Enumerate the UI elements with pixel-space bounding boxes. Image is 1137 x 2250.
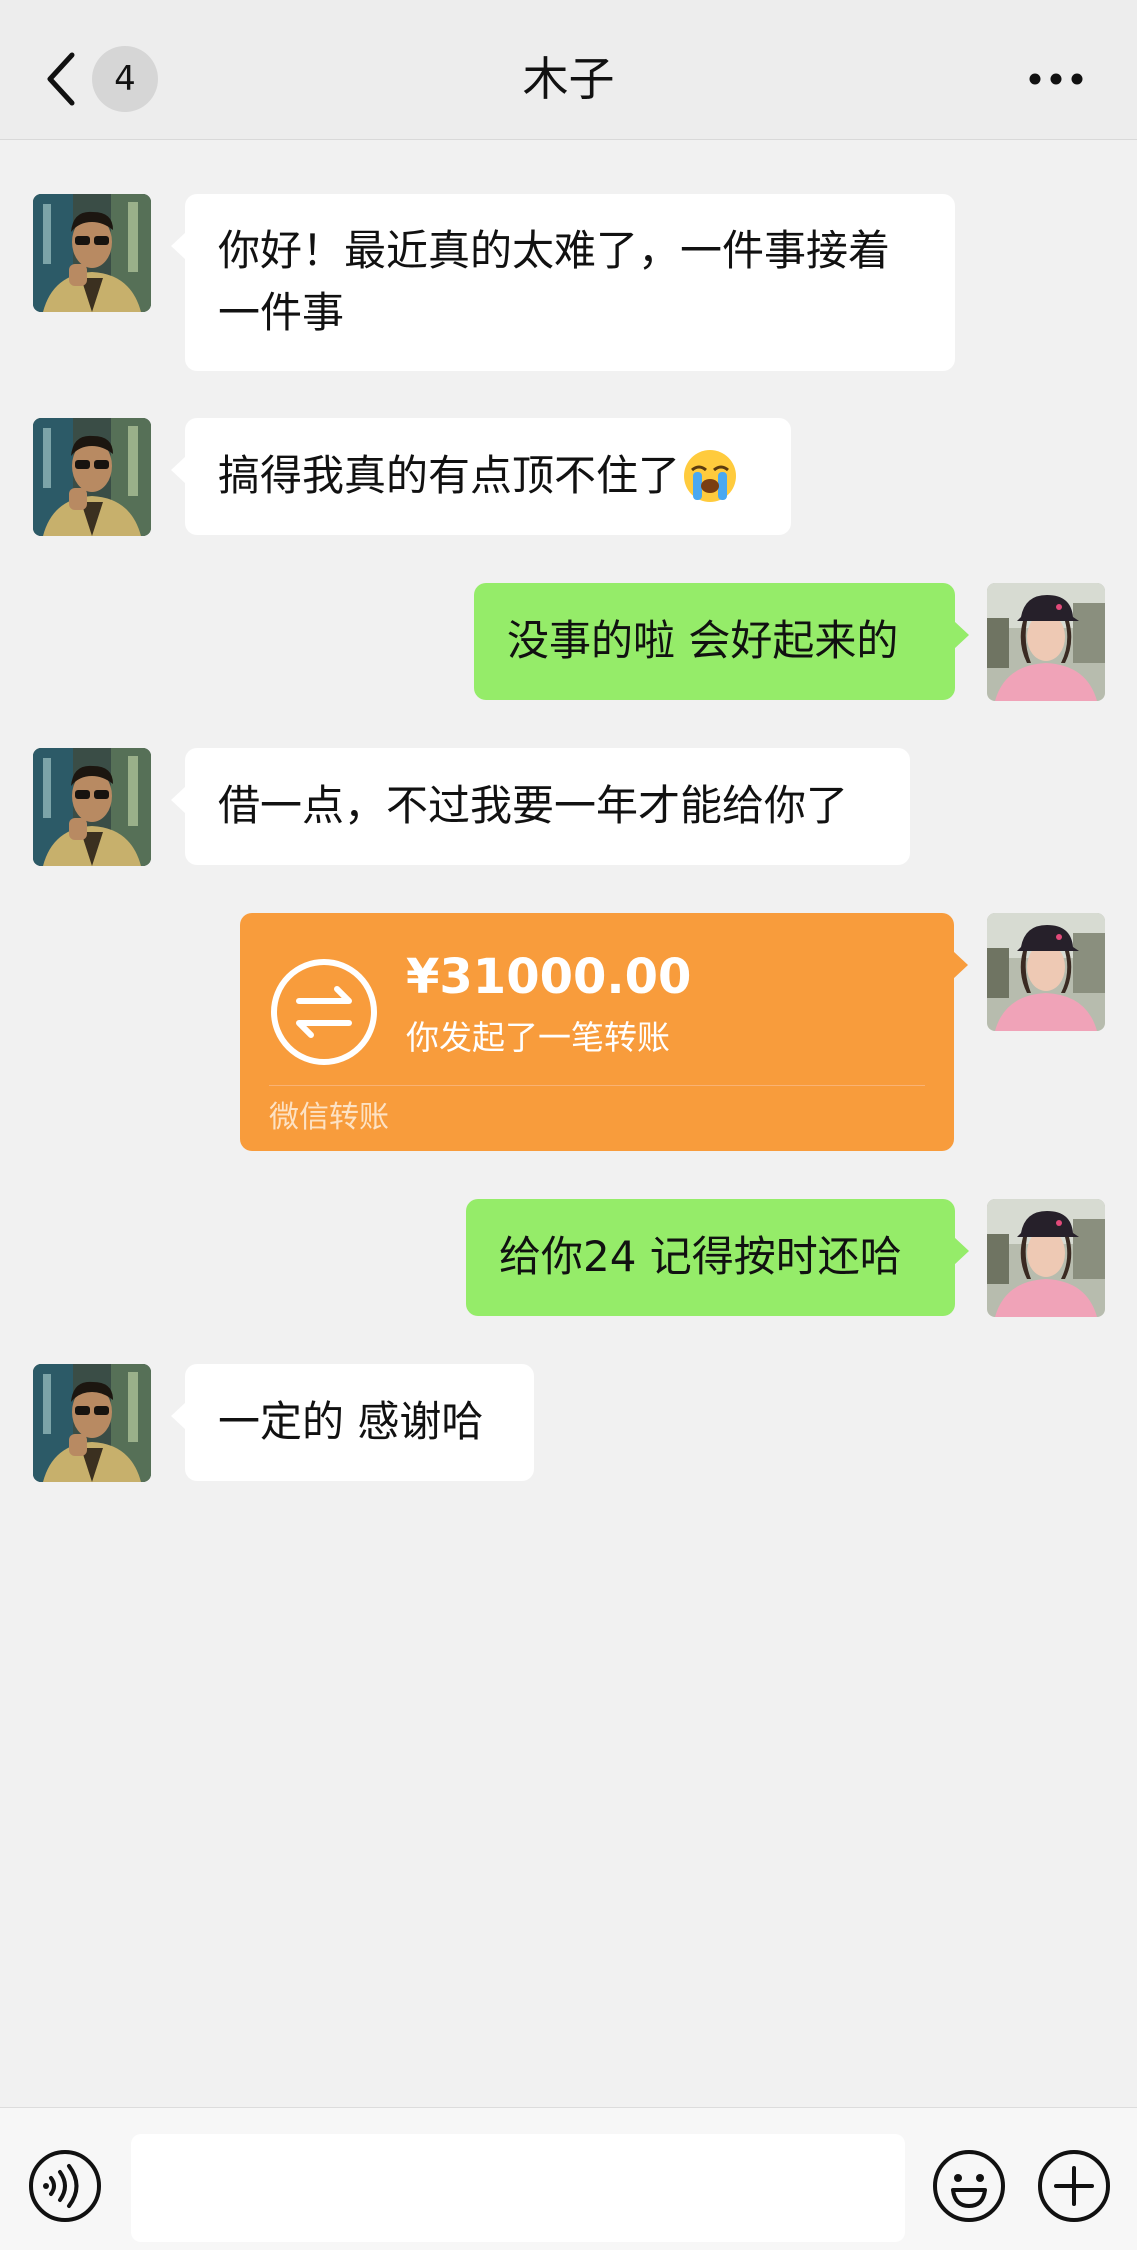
transfer-card[interactable]: ¥31000.00 你发起了一笔转账 微信转账	[240, 913, 968, 1151]
plus-icon[interactable]	[1036, 2148, 1112, 2224]
message-text: 一件事	[218, 288, 345, 337]
message-text: 没事的啦 会好起来的	[507, 616, 899, 665]
chat-header: 4 木子	[0, 0, 1137, 140]
ellipsis-icon	[1029, 73, 1083, 85]
emoji-icon[interactable]	[931, 2148, 1007, 2224]
message-text: 一定的 感谢哈	[218, 1397, 484, 1446]
chat-title: 木子	[522, 52, 615, 106]
message-input[interactable]	[131, 2134, 905, 2242]
contact-avatar[interactable]	[33, 1364, 151, 1482]
input-bar	[0, 2107, 1137, 2250]
my-avatar[interactable]	[987, 1199, 1105, 1317]
message-text: 给你24 记得按时还哈	[499, 1232, 902, 1281]
message-bubble-outgoing[interactable]: 没事的啦 会好起来的	[474, 583, 969, 700]
message-text: 你好！最近真的太难了，一件事接着	[218, 226, 891, 275]
transfer-icon	[271, 959, 377, 1065]
contact-avatar[interactable]	[33, 748, 151, 866]
message-bubble-incoming[interactable]: 借一点，不过我要一年才能给你了	[171, 748, 910, 865]
message-bubble-outgoing[interactable]: 给你24 记得按时还哈	[466, 1199, 969, 1316]
message-bubble-incoming[interactable]: 搞得我真的有点顶不住了	[171, 418, 791, 535]
voice-icon[interactable]	[27, 2148, 103, 2224]
transfer-description: 你发起了一笔转账	[406, 1018, 670, 1057]
message-text: 搞得我真的有点顶不住了	[218, 451, 681, 500]
my-avatar[interactable]	[987, 913, 1105, 1031]
transfer-amount: ¥31000.00	[406, 949, 692, 1005]
my-avatar[interactable]	[987, 583, 1105, 701]
contact-avatar[interactable]	[33, 194, 151, 312]
crying-face-emoji	[684, 450, 737, 502]
message-bubble-incoming[interactable]: 一定的 感谢哈	[171, 1364, 534, 1481]
message-text: 借一点，不过我要一年才能给你了	[218, 781, 849, 830]
more-options-button[interactable]	[1024, 54, 1088, 104]
transfer-footer-label: 微信转账	[269, 1100, 389, 1135]
divider	[269, 1085, 925, 1086]
contact-avatar[interactable]	[33, 418, 151, 536]
message-bubble-incoming[interactable]: 你好！最近真的太难了，一件事接着 一件事	[171, 194, 955, 371]
